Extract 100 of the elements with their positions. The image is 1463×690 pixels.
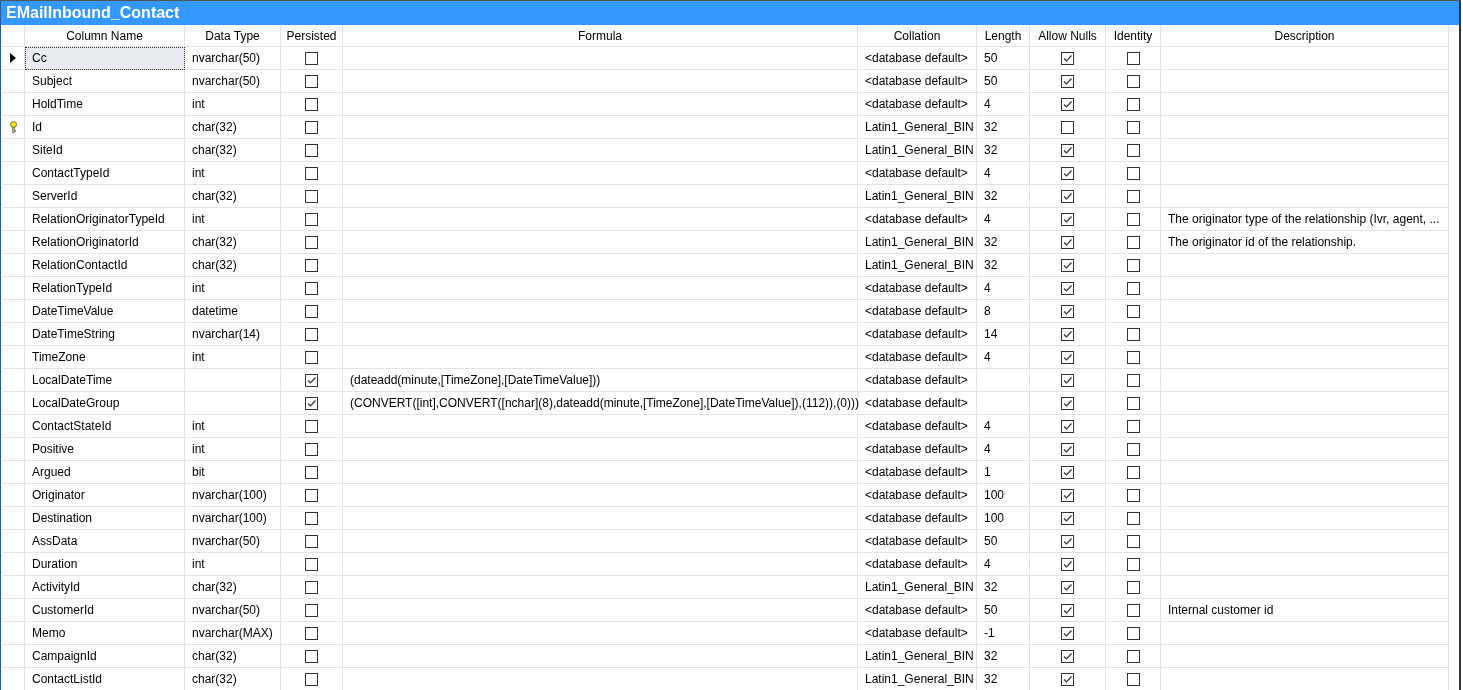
checkbox[interactable] xyxy=(1126,212,1140,226)
checkbox[interactable] xyxy=(1126,189,1140,203)
column-header[interactable]: Persisted xyxy=(281,25,343,47)
checkbox[interactable] xyxy=(305,626,318,640)
column-header[interactable]: Identity xyxy=(1106,25,1161,47)
checkbox[interactable] xyxy=(1061,74,1074,88)
checkbox[interactable] xyxy=(305,419,318,433)
checkbox[interactable] xyxy=(305,649,318,663)
table-cell[interactable]: Subject xyxy=(25,70,185,93)
checkbox[interactable] xyxy=(305,74,318,88)
table-cell[interactable]: DateTimeString xyxy=(25,323,185,346)
table-cell[interactable]: RelationContactId xyxy=(25,254,185,277)
checkbox[interactable] xyxy=(305,304,318,318)
checkbox[interactable] xyxy=(1126,672,1140,686)
checkbox[interactable] xyxy=(1126,603,1140,617)
table-cell[interactable]: CustomerId xyxy=(25,599,185,622)
checkbox[interactable] xyxy=(1126,373,1140,387)
table-cell[interactable]: DateTimeValue xyxy=(25,300,185,323)
checkbox[interactable] xyxy=(1126,534,1140,548)
checkbox[interactable] xyxy=(305,258,318,272)
table-cell[interactable]: Positive xyxy=(25,438,185,461)
checkbox[interactable] xyxy=(1061,649,1074,663)
checkbox[interactable] xyxy=(1061,281,1074,295)
checkbox[interactable] xyxy=(1126,74,1140,88)
checkbox[interactable] xyxy=(305,557,318,571)
checkbox[interactable] xyxy=(305,350,318,364)
table-cell[interactable]: ContactTypeId xyxy=(25,162,185,185)
checkbox[interactable] xyxy=(305,212,318,226)
table-cell[interactable]: RelationOriginatorTypeId xyxy=(25,208,185,231)
column-header[interactable]: Collation xyxy=(858,25,977,47)
checkbox[interactable] xyxy=(1126,419,1140,433)
checkbox[interactable] xyxy=(1126,511,1140,525)
checkbox[interactable] xyxy=(305,603,318,617)
row-header[interactable] xyxy=(2,47,25,70)
checkbox[interactable] xyxy=(1061,143,1074,157)
checkbox[interactable] xyxy=(305,120,318,134)
checkbox[interactable] xyxy=(1061,212,1074,226)
column-header[interactable]: Allow Nulls xyxy=(1030,25,1106,47)
table-cell[interactable]: Id xyxy=(25,116,185,139)
checkbox[interactable] xyxy=(305,143,318,157)
checkbox[interactable] xyxy=(1061,304,1074,318)
checkbox[interactable] xyxy=(1126,488,1140,502)
checkbox[interactable] xyxy=(1126,350,1140,364)
checkbox[interactable] xyxy=(1061,672,1074,686)
checkbox[interactable] xyxy=(1126,166,1140,180)
checkbox[interactable] xyxy=(305,189,318,203)
checkbox[interactable] xyxy=(1061,373,1074,387)
checkbox[interactable] xyxy=(1061,120,1074,134)
checkbox[interactable] xyxy=(1061,396,1074,410)
checkbox[interactable] xyxy=(1126,97,1140,111)
checkbox[interactable] xyxy=(1061,557,1074,571)
checkbox[interactable] xyxy=(305,511,318,525)
checkbox[interactable] xyxy=(1061,465,1074,479)
checkbox[interactable] xyxy=(305,281,318,295)
checkbox[interactable] xyxy=(1126,51,1140,65)
column-header[interactable]: Data Type xyxy=(185,25,281,47)
table-cell[interactable]: AssData xyxy=(25,530,185,553)
checkbox[interactable] xyxy=(1061,442,1074,456)
checkbox[interactable] xyxy=(1061,235,1074,249)
table-cell[interactable]: ServerId xyxy=(25,185,185,208)
table-cell[interactable]: HoldTime xyxy=(25,93,185,116)
checkbox[interactable] xyxy=(1126,465,1140,479)
table-cell[interactable]: SiteId xyxy=(25,139,185,162)
checkbox[interactable] xyxy=(1126,258,1140,272)
table-cell[interactable]: TimeZone xyxy=(25,346,185,369)
checkbox[interactable] xyxy=(305,672,318,686)
checkbox[interactable] xyxy=(1061,626,1074,640)
checkbox[interactable] xyxy=(305,396,318,410)
checkbox[interactable] xyxy=(1126,281,1140,295)
checkbox[interactable] xyxy=(305,373,318,387)
checkbox[interactable] xyxy=(305,51,318,65)
checkbox[interactable] xyxy=(1126,304,1140,318)
checkbox[interactable] xyxy=(305,534,318,548)
checkbox[interactable] xyxy=(305,442,318,456)
checkbox[interactable] xyxy=(1061,327,1074,341)
column-header[interactable]: Description xyxy=(1161,25,1449,47)
checkbox[interactable] xyxy=(1061,488,1074,502)
table-cell[interactable]: Cc xyxy=(25,47,185,70)
checkbox[interactable] xyxy=(1061,350,1074,364)
checkbox[interactable] xyxy=(1126,626,1140,640)
checkbox[interactable] xyxy=(1061,166,1074,180)
table-cell[interactable]: Originator xyxy=(25,484,185,507)
table-cell[interactable]: ContactStateId xyxy=(25,415,185,438)
checkbox[interactable] xyxy=(1126,649,1140,663)
checkbox[interactable] xyxy=(1061,603,1074,617)
checkbox[interactable] xyxy=(1126,120,1140,134)
checkbox[interactable] xyxy=(1126,327,1140,341)
checkbox[interactable] xyxy=(1061,51,1074,65)
table-cell[interactable]: Memo xyxy=(25,622,185,645)
table-cell[interactable]: Duration xyxy=(25,553,185,576)
table-cell[interactable]: Destination xyxy=(25,507,185,530)
column-header[interactable]: Formula xyxy=(343,25,858,47)
table-cell[interactable]: ActivityId xyxy=(25,576,185,599)
checkbox[interactable] xyxy=(305,488,318,502)
checkbox[interactable] xyxy=(1061,189,1074,203)
checkbox[interactable] xyxy=(1061,258,1074,272)
checkbox[interactable] xyxy=(305,166,318,180)
table-cell[interactable]: LocalDateGroup xyxy=(25,392,185,415)
checkbox[interactable] xyxy=(305,327,318,341)
checkbox[interactable] xyxy=(305,235,318,249)
